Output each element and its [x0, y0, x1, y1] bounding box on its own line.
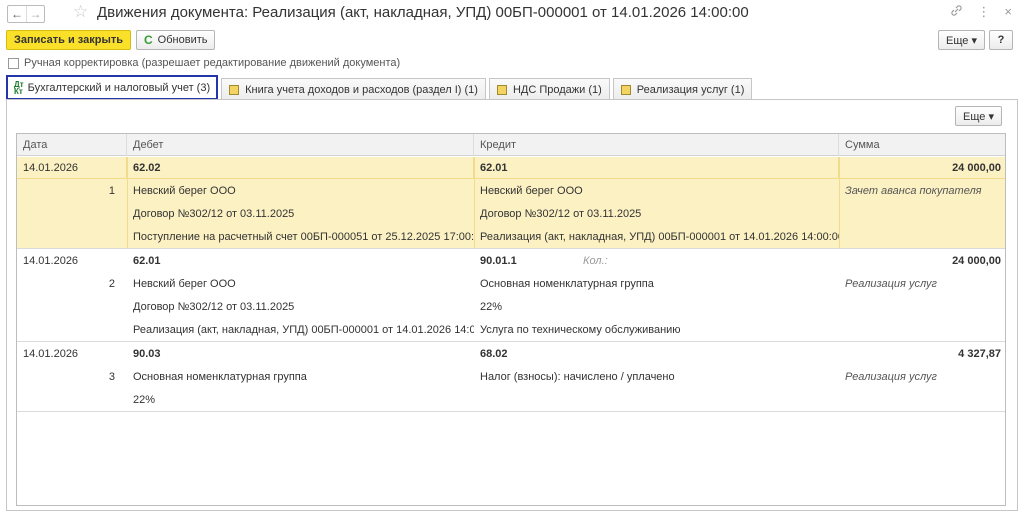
dt-kt-icon: Дт Кт [14, 79, 24, 96]
manual-correction-label: Ручная корректировка (разрешает редактир… [24, 57, 401, 69]
entry-sum: 24 000,00 [952, 255, 1001, 267]
tab-accounting[interactable]: Дт Кт Бухгалтерский и налоговый учет (3) [6, 75, 219, 100]
debit-account: 62.02 [133, 162, 161, 174]
debit-subconto-1: Невский берег ООО [133, 278, 236, 290]
credit-subconto-2: Договор №302/12 от 03.11.2025 [480, 208, 642, 220]
command-bar: Записать и закрыть C Обновить Еще ▾ ? [0, 30, 1024, 50]
entry-number: 3 [108, 371, 115, 383]
tab-services[interactable]: Реализация услуг (1) [612, 78, 753, 100]
debit-subconto-1: Основная номенклатурная группа [133, 371, 307, 383]
credit-subconto-1: Основная номенклатурная группа [480, 278, 654, 290]
register-icon [620, 84, 631, 95]
tab-income-book[interactable]: Книга учета доходов и расходов (раздел I… [221, 78, 486, 100]
window-controls: ⋮ × [950, 4, 1012, 20]
tab-vat-sales[interactable]: НДС Продажи (1) [488, 78, 610, 100]
manual-correction-row[interactable]: Ручная корректировка (разрешает редактир… [8, 57, 400, 69]
back-arrow-icon[interactable]: ← [8, 6, 26, 22]
column-header-sum[interactable]: Сумма [839, 134, 1005, 156]
close-icon[interactable]: × [1004, 4, 1012, 20]
credit-subconto-3: Услуга по техническому обслуживанию [480, 324, 681, 336]
column-header-credit[interactable]: Кредит [474, 134, 839, 156]
tab-panel: Еще ▾ Дата Дебет Кредит Сумма 14.01.2026… [6, 99, 1018, 511]
forward-arrow-icon[interactable]: → [26, 6, 44, 22]
debit-subconto-1: Невский берег ООО [133, 185, 236, 197]
debit-subconto-3: Реализация (акт, накладная, УПД) 00БП-00… [133, 324, 474, 336]
save-and-close-button[interactable]: Записать и закрыть [6, 30, 132, 50]
column-header-date[interactable]: Дата [17, 134, 127, 156]
debit-subconto-3: Поступление на расчетный счет 00БП-00005… [133, 231, 474, 243]
credit-subconto-1: Невский берег ООО [480, 185, 583, 197]
refresh-button[interactable]: C Обновить [136, 30, 216, 50]
more-button[interactable]: Еще ▾ [938, 30, 985, 50]
entry-number: 1 [108, 185, 115, 197]
window-titlebar: ← → ☆ Движения документа: Реализация (ак… [0, 0, 1024, 26]
credit-account: 62.01 [480, 162, 508, 174]
nav-buttons: ← → [7, 5, 45, 23]
refresh-label: Обновить [157, 34, 208, 46]
entry-number: 2 [108, 278, 115, 290]
register-icon [496, 84, 507, 95]
manual-correction-checkbox[interactable] [8, 57, 19, 69]
table-row[interactable]: 14.01.2026 1 62.02 Невский берег ООО Дог… [17, 157, 1005, 249]
debit-subconto-2: Договор №302/12 от 03.11.2025 [133, 208, 295, 220]
entry-sum: 24 000,00 [952, 162, 1001, 174]
menu-icon[interactable]: ⋮ [977, 4, 990, 20]
entry-date: 14.01.2026 [23, 255, 79, 267]
favorite-star-icon[interactable]: ☆ [73, 3, 88, 21]
entry-content: Реализация услуг [845, 278, 937, 290]
tab-label: Бухгалтерский и налоговый учет (3) [27, 81, 211, 94]
help-button[interactable]: ? [989, 30, 1013, 50]
tab-label: Реализация услуг (1) [636, 83, 745, 96]
credit-account: 68.02 [480, 348, 508, 360]
register-tabs: Дт Кт Бухгалтерский и налоговый учет (3) … [6, 74, 755, 100]
debit-subconto-2: Договор №302/12 от 03.11.2025 [133, 301, 295, 313]
credit-subconto-2: 22% [480, 301, 503, 313]
tab-label: Книга учета доходов и расходов (раздел I… [245, 83, 478, 96]
table-row[interactable]: 14.01.2026 2 62.01 Невский берег ООО Дог… [17, 250, 1005, 342]
credit-subconto-3: Реализация (акт, накладная, УПД) 00БП-00… [480, 231, 839, 243]
table-row[interactable]: 14.01.2026 3 90.03 Основная номенклатурн… [17, 343, 1005, 412]
entry-sum: 4 327,87 [958, 348, 1001, 360]
quantity-label: Кол.: [583, 255, 608, 267]
tab-label: НДС Продажи (1) [512, 83, 602, 96]
refresh-icon: C [144, 33, 153, 47]
entry-content: Зачет аванса покупателя [845, 185, 982, 197]
entries-table[interactable]: Дата Дебет Кредит Сумма 14.01.2026 1 62.… [16, 133, 1006, 506]
page-title: Движения документа: Реализация (акт, нак… [97, 4, 749, 21]
entry-date: 14.01.2026 [23, 162, 79, 174]
column-header-debit[interactable]: Дебет [127, 134, 474, 156]
credit-account: 90.01.1 [480, 255, 517, 267]
grid-more-button[interactable]: Еще ▾ [955, 106, 1002, 126]
debit-account: 62.01 [133, 255, 161, 267]
debit-account: 90.03 [133, 348, 161, 360]
debit-subconto-2: 22% [133, 394, 156, 406]
table-header: Дата Дебет Кредит Сумма [17, 134, 1005, 156]
register-icon [229, 84, 240, 95]
link-icon[interactable] [950, 4, 963, 20]
entry-content: Реализация услуг [845, 371, 937, 383]
credit-subconto-1: Налог (взносы): начислено / уплачено [480, 371, 675, 383]
entry-date: 14.01.2026 [23, 348, 79, 360]
